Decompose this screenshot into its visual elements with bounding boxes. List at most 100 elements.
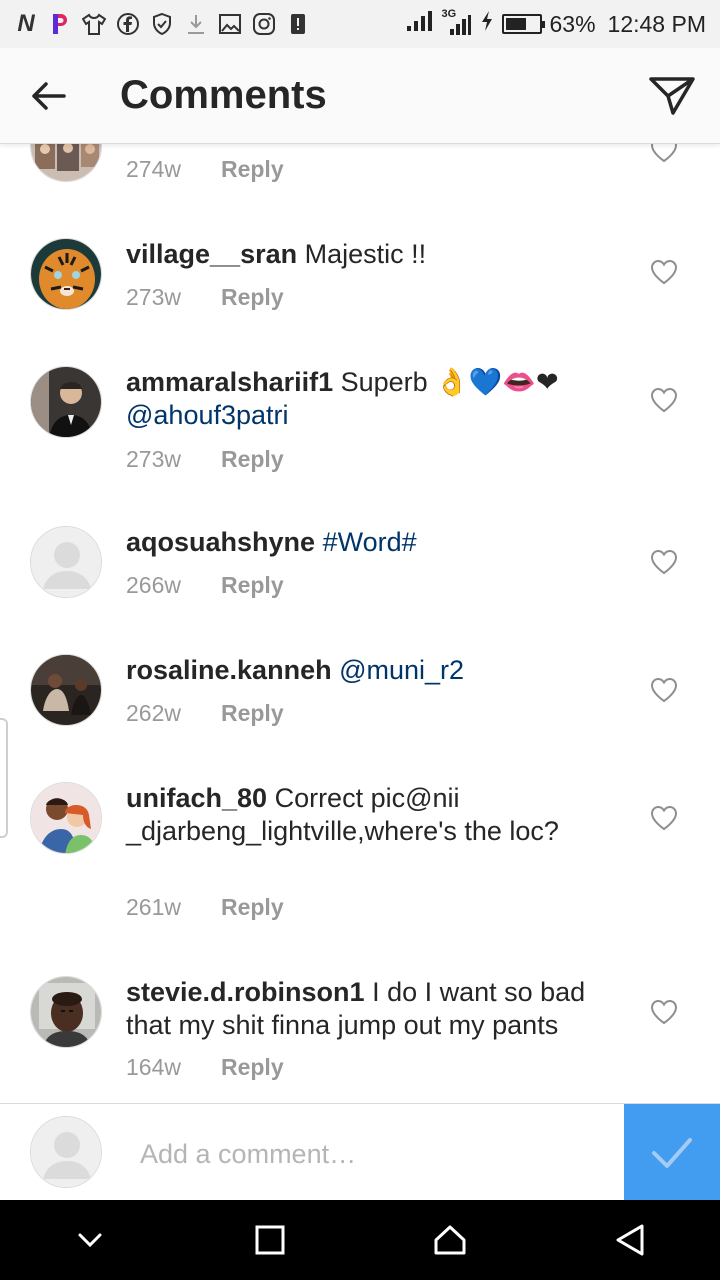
mention-link[interactable]: @ahouf3patri <box>126 400 289 430</box>
avatar[interactable] <box>30 526 102 598</box>
comment-text: village__sran Majestic !! <box>126 238 606 271</box>
back-button[interactable] <box>0 48 96 144</box>
avatar[interactable] <box>30 976 102 1048</box>
avatar <box>30 1116 102 1188</box>
heart-icon[interactable] <box>650 676 678 704</box>
comment-age: 164w <box>126 1054 181 1080</box>
triangle-back-icon <box>616 1224 644 1256</box>
hashtag-link[interactable]: #Word# <box>315 527 417 557</box>
back-nav-button[interactable] <box>590 1200 670 1280</box>
comments-list[interactable]: 274w Reply village__sran Majestic !! 273… <box>0 144 720 1104</box>
edge-panel-handle[interactable] <box>0 718 8 838</box>
comment-username[interactable]: stevie.d.robinson1 <box>126 977 365 1007</box>
mention-link[interactable]: @muni_r2 <box>332 655 464 685</box>
signal-icon <box>406 10 434 38</box>
comment-text: ammaralshariif1 Superb 👌💙👄❤ @ahouf3patri <box>126 366 606 432</box>
comment-item: rosaline.kanneh @muni_r2 262w Reply <box>0 654 720 764</box>
heart-icon[interactable] <box>650 258 678 286</box>
post-comment-button[interactable] <box>624 1104 720 1201</box>
comment-username[interactable]: ammaralshariif1 <box>126 367 333 397</box>
instagram-icon <box>252 12 276 36</box>
default-avatar-icon <box>31 527 101 597</box>
shield-icon <box>150 12 174 36</box>
comment-input[interactable] <box>140 1134 600 1174</box>
comment-meta: 273w Reply <box>126 284 284 311</box>
comment-age: 266w <box>126 572 181 598</box>
notification-icons: N <box>14 10 310 37</box>
system-nav-bar <box>0 1200 720 1280</box>
avatar[interactable] <box>30 366 102 438</box>
reply-button[interactable]: Reply <box>221 1054 284 1081</box>
download-icon <box>184 12 208 36</box>
comment-username[interactable]: aqosuahshyne <box>126 527 315 557</box>
checkmark-icon <box>652 1137 692 1168</box>
group-photo-icon <box>31 655 101 725</box>
heart-icon[interactable] <box>650 548 678 576</box>
avatar[interactable] <box>30 144 102 182</box>
comment-username[interactable]: rosaline.kanneh <box>126 655 332 685</box>
comments-header: Comments <box>0 48 720 144</box>
reply-button[interactable]: Reply <box>221 572 284 599</box>
comment-text: stevie.d.robinson1 I do I want so bad th… <box>126 976 606 1042</box>
alert-icon <box>286 12 310 36</box>
comment-item: unifach_80 Correct pic@nii _djarbeng_lig… <box>0 782 720 952</box>
recents-button[interactable] <box>230 1200 310 1280</box>
home-button[interactable] <box>410 1200 490 1280</box>
comment-meta: 262w Reply <box>126 700 284 727</box>
comment-item: aqosuahshyne #Word# 266w Reply <box>0 526 720 636</box>
chevron-down-icon <box>78 1233 102 1248</box>
avatar[interactable] <box>30 654 102 726</box>
comment-age: 273w <box>126 446 181 472</box>
comment-text: aqosuahshyne #Word# <box>126 526 606 559</box>
paper-plane-icon <box>649 76 695 115</box>
signal-3g-icon: 3G <box>442 8 472 36</box>
reply-button[interactable]: Reply <box>221 284 284 311</box>
heart-icon[interactable] <box>650 998 678 1026</box>
comment-text: unifach_80 Correct pic@nii _djarbeng_lig… <box>126 782 606 848</box>
man-portrait-photo-icon <box>31 977 101 1047</box>
status-bar: N 3G 63% 12:48 PM <box>0 0 720 48</box>
reply-button[interactable]: Reply <box>221 700 284 727</box>
battery-icon <box>501 14 545 34</box>
p-app-icon <box>48 12 72 36</box>
heart-icon[interactable] <box>650 144 678 164</box>
comment-item: ammaralshariif1 Superb 👌💙👄❤ @ahouf3patri… <box>0 366 720 506</box>
clock: 12:48 PM <box>607 10 706 37</box>
comment-meta: 261w Reply <box>126 894 284 921</box>
comment-username[interactable]: unifach_80 <box>126 783 267 813</box>
comment-item: village__sran Majestic !! 273w Reply <box>0 238 720 348</box>
arrow-left-icon <box>32 81 66 110</box>
home-icon <box>434 1225 466 1255</box>
tiger-photo-icon <box>31 239 101 309</box>
comment-age: 261w <box>126 894 181 920</box>
facebook-icon <box>116 12 140 36</box>
comment-compose-bar <box>0 1103 720 1201</box>
comment-meta: 266w Reply <box>126 572 284 599</box>
comment-text: rosaline.kanneh @muni_r2 <box>126 654 606 687</box>
page-title: Comments <box>120 73 327 117</box>
hide-keyboard-button[interactable] <box>50 1200 130 1280</box>
comment-meta: 274w Reply <box>126 156 284 183</box>
battery-percent: 63% <box>549 10 596 37</box>
comment-content: Superb 👌💙👄❤ <box>333 367 559 397</box>
charging-icon <box>480 10 494 38</box>
comment-age: 274w <box>126 156 181 182</box>
avatar[interactable] <box>30 238 102 310</box>
comment-item: 274w Reply <box>0 144 720 224</box>
heart-icon[interactable] <box>650 804 678 832</box>
heart-icon[interactable] <box>650 386 678 414</box>
comment-meta: 164w Reply <box>126 1054 284 1081</box>
comment-username[interactable]: village__sran <box>126 239 297 269</box>
avatar[interactable] <box>30 782 102 854</box>
default-avatar-icon <box>31 1117 101 1187</box>
comment-content: Majestic !! <box>297 239 427 269</box>
cartoon-photo-icon <box>31 783 101 853</box>
reply-button[interactable]: Reply <box>221 156 284 183</box>
reply-button[interactable]: Reply <box>221 894 284 921</box>
reply-button[interactable]: Reply <box>221 446 284 473</box>
n-app-icon: N <box>17 10 35 37</box>
comment-age: 273w <box>126 284 181 310</box>
man-in-suit-photo-icon <box>31 367 101 437</box>
system-status: 3G 63% 12:48 PM <box>406 8 706 38</box>
share-button[interactable] <box>624 48 720 144</box>
